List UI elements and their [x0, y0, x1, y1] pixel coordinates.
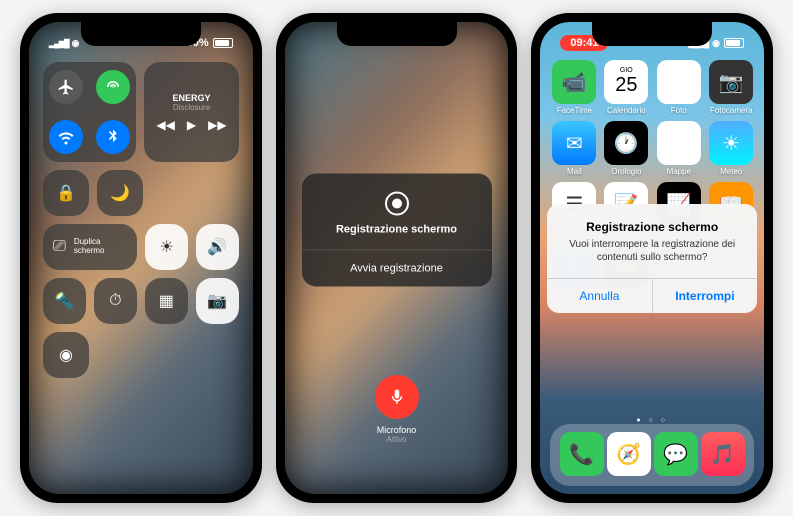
airplay-icon: ⎚ — [53, 238, 66, 256]
do-not-disturb-toggle[interactable]: 🌙 — [97, 170, 143, 216]
calculator-button[interactable]: ▦ — [145, 278, 188, 324]
volume-slider[interactable]: 🔊 — [196, 224, 239, 270]
notch — [81, 22, 201, 46]
record-icon — [385, 191, 409, 215]
phone-recording-prompt: Registrazione schermo Avvia registrazion… — [276, 13, 518, 503]
mic-label: Microfono — [375, 425, 419, 435]
bluetooth-toggle[interactable] — [96, 120, 130, 154]
music-title: ENERGY — [172, 93, 210, 103]
prev-track-icon[interactable]: ◀◀ — [156, 118, 174, 132]
recording-prompt: Registrazione schermo Avvia registrazion… — [302, 173, 492, 286]
alert-title: Registrazione schermo — [559, 220, 745, 234]
alert-message: Vuoi interrompere la registrazione dei c… — [559, 238, 745, 264]
connectivity-block — [43, 62, 136, 162]
brightness-slider[interactable]: ☀ — [145, 224, 188, 270]
microphone-toggle[interactable] — [375, 375, 419, 419]
orientation-lock-toggle[interactable]: 🔒 — [43, 170, 89, 216]
timer-button[interactable]: ⏱ — [94, 278, 137, 324]
airplane-toggle[interactable] — [49, 70, 83, 104]
stop-recording-alert: Registrazione schermo Vuoi interrompere … — [547, 204, 757, 313]
flashlight-button[interactable]: 🔦 — [43, 278, 86, 324]
phone-control-center: 100% ENERGY Disclosure ◀◀ ▶ — [20, 13, 262, 503]
music-subtitle: Disclosure — [173, 103, 210, 112]
cancel-button[interactable]: Annulla — [547, 279, 653, 313]
notch — [337, 22, 457, 46]
cellular-toggle[interactable] — [96, 70, 130, 104]
screen-record-button[interactable]: ◉ — [43, 332, 89, 378]
wifi-toggle[interactable] — [49, 120, 83, 154]
stop-button[interactable]: Interrompi — [653, 279, 758, 313]
next-track-icon[interactable]: ▶▶ — [208, 118, 226, 132]
music-block[interactable]: ENERGY Disclosure ◀◀ ▶ ▶▶ — [144, 62, 238, 162]
play-icon[interactable]: ▶ — [187, 118, 196, 132]
notch — [592, 22, 712, 46]
screen-mirror-button[interactable]: ⎚ Duplicaschermo — [43, 224, 137, 270]
wifi-status-icon — [72, 37, 80, 49]
mic-state: Attivo — [375, 435, 419, 444]
phone-home-alert: 09:41 📹FaceTime GIO25Calendario 🏵Foto 📷F… — [531, 13, 773, 503]
signal-icon — [49, 37, 69, 49]
battery-icon — [213, 38, 233, 48]
camera-button[interactable]: 📷 — [196, 278, 239, 324]
start-recording-button[interactable]: Avvia registrazione — [302, 249, 492, 286]
prompt-title: Registrazione schermo — [312, 223, 482, 235]
